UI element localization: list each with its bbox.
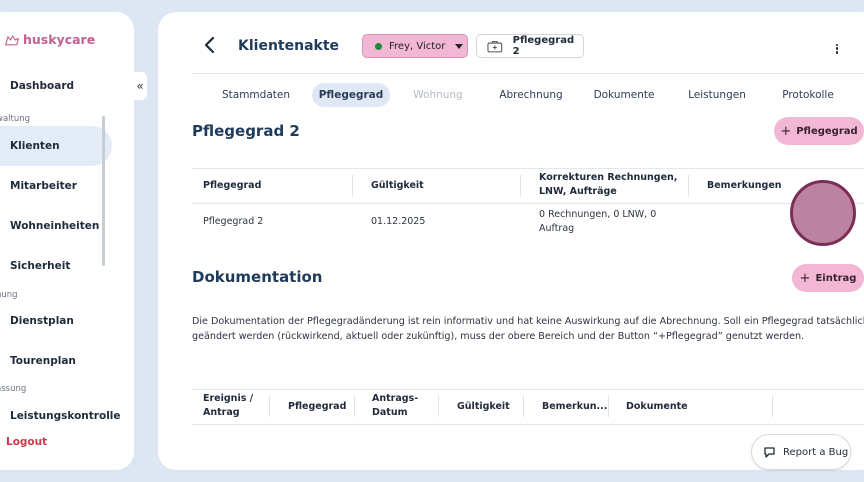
sidebar-item-leistungskontrolle[interactable]: Leistungskontrolle [10,410,121,422]
plus-icon: + [799,270,811,286]
husky-logo-icon [5,34,19,45]
touch-indicator [790,180,856,246]
add-care-level-label: Pflegegrad [796,125,858,137]
row-gueltigkeit: 01.12.2025 [371,216,426,227]
page-title: Klientenakte [238,38,340,54]
plus-icon: + [780,123,792,139]
collapse-sidebar-button[interactable]: « [133,72,147,100]
tab-wohnung[interactable]: Wohnung [406,83,470,107]
tab-pflegegrad[interactable]: Pflegegrad [312,83,390,107]
sidebar-scrollbar[interactable] [102,116,105,266]
sidebar: huskycare Dashboard waltung Klienten Mit… [0,12,134,470]
chevron-down-icon [455,43,464,49]
care-level-title: Pflegegrad 2 [192,122,300,140]
sidebar-item-mitarbeiter[interactable]: Mitarbeiter [10,180,77,192]
documentation-description: Die Dokumentation der Pflegegradänderung… [192,316,864,342]
doc-col-dokumente: Dokumente [626,401,688,412]
documentation-title: Dokumentation [192,268,323,286]
client-select[interactable]: Frey, Victor [362,34,468,58]
doc-col-gueltigkeit: Gültigkeit [457,401,510,412]
col-header-pflegegrad: Pflegegrad [203,180,262,191]
col-header-korrekturen: Korrekturen Rechnungen, LNW, Aufträge [539,172,678,197]
doc-table-header-border [192,424,864,425]
tab-protokolle[interactable]: Protokolle [770,83,846,107]
column-separator [354,395,355,417]
col-header-bemerkungen: Bemerkungen [707,180,782,191]
care-level-badge: Pflegegrad 2 [476,34,584,58]
sidebar-section-planung: nung [0,290,18,300]
table-top-border [192,168,864,169]
main-panel: Klientenakte Frey, Victor Pflegegrad 2 S… [158,12,864,470]
add-entry-label: Eintrag [815,272,857,284]
column-separator [269,395,270,417]
header-divider [192,73,864,74]
status-dot-icon [375,42,382,50]
medical-case-icon [487,40,503,52]
report-bug-button[interactable]: Report a Bug [751,434,851,470]
report-bug-label: Report a Bug [783,446,849,458]
sidebar-item-tourenplan[interactable]: Tourenplan [10,355,76,367]
column-separator [688,175,689,197]
row-korrekturen: 0 Rechnungen, 0 LNW, 0 Auftrag [539,209,657,234]
row-pflegegrad: Pflegegrad 2 [203,216,264,227]
add-care-level-button[interactable]: + Pflegegrad [774,117,864,145]
col-header-gueltigkeit: Gültigkeit [371,180,424,191]
doc-table-top-border [192,389,864,390]
column-separator [523,395,524,417]
brand-name: huskycare [23,32,96,47]
sidebar-item-sicherheit[interactable]: Sicherheit [10,260,70,272]
column-separator [352,175,353,197]
tab-abrechnung[interactable]: Abrechnung [488,83,574,107]
doc-col-ereignis: Ereignis / Antrag [203,393,254,418]
brand-logo[interactable]: huskycare [4,32,95,47]
bug-report-icon [764,447,775,458]
client-name: Frey, Victor [389,40,446,52]
sidebar-section-erfassung: assung [0,384,27,394]
table-header-border [192,203,864,204]
column-separator [438,395,439,417]
sidebar-item-klienten[interactable]: Klienten [10,140,60,152]
doc-col-pflegegrad: Pflegegrad [288,401,347,412]
sidebar-item-dashboard[interactable]: Dashboard [10,80,74,92]
column-separator [772,395,773,417]
tab-dokumente[interactable]: Dokumente [588,83,660,107]
tab-leistungen[interactable]: Leistungen [678,83,756,107]
tab-stammdaten[interactable]: Stammdaten [216,83,296,107]
sidebar-section-verwaltung: waltung [0,114,31,124]
doc-col-antragsdatum: Antrags-Datum [372,393,419,418]
doc-col-bemerkungen: Bemerkun... [542,401,608,412]
more-options-icon[interactable] [836,42,840,55]
column-separator [608,395,609,417]
column-separator [520,175,521,197]
logout-link[interactable]: Logout [6,436,47,448]
care-level-text: Pflegegrad 2 [512,35,575,57]
sidebar-item-wohneinheiten[interactable]: Wohneinheiten [10,220,99,232]
back-arrow-icon[interactable] [202,36,218,54]
sidebar-item-dienstplan[interactable]: Dienstplan [10,315,74,327]
add-entry-button[interactable]: + Eintrag [792,264,864,292]
